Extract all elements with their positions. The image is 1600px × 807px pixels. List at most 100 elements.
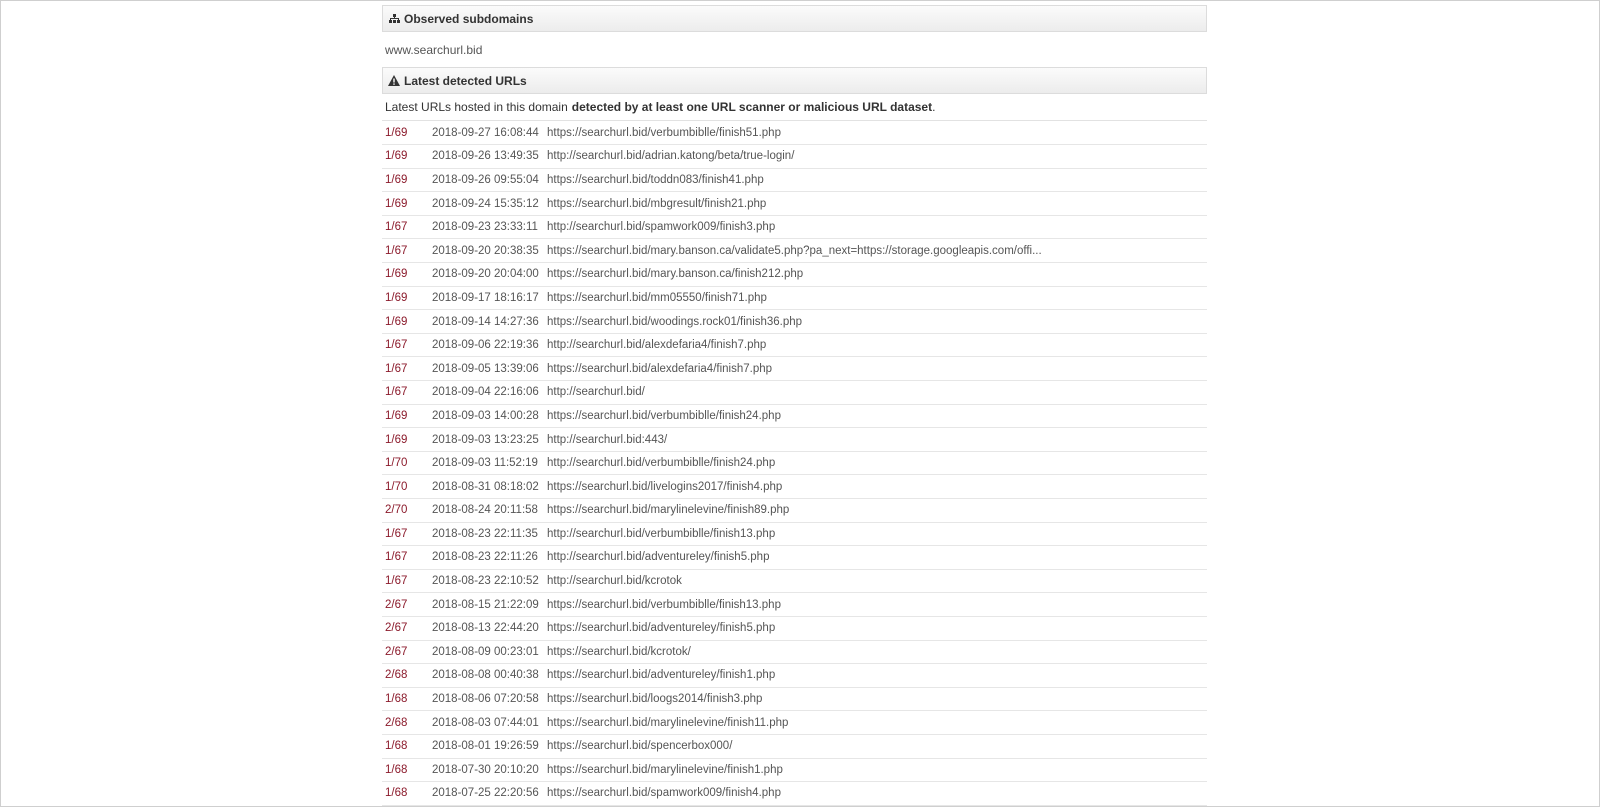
detection-ratio[interactable]: 1/69 [382, 192, 432, 216]
detected-url-link[interactable]: https://searchurl.bid/verbumbiblle/finis… [547, 593, 1207, 617]
detection-ratio[interactable]: 1/69 [382, 428, 432, 452]
scan-date: 2018-09-27 16:08:44 [432, 126, 539, 139]
scan-date: 2018-09-26 09:55:04 [432, 173, 539, 186]
table-row: 1/67 2018-08-23 22:11:26 http://searchurl.… [382, 546, 1207, 570]
detection-ratio[interactable]: 1/69 [382, 145, 432, 169]
scan-date: 2018-08-23 22:11:26 [432, 551, 538, 564]
table-row: 1/67 2018-09-23 23:33:11 http://searchurl.… [382, 215, 1207, 239]
detection-ratio[interactable]: 1/67 [382, 357, 432, 381]
scan-date: 2018-08-24 20:11:58 [432, 504, 538, 517]
table-row: 1/68 2018-08-06 07:20:58 https://searchurl… [382, 687, 1207, 711]
detection-ratio[interactable]: 1/67 [382, 569, 432, 593]
urls-section-header: Latest detected URLs [382, 67, 1207, 94]
table-row: 1/68 2018-07-25 22:20:56 https://searchurl… [382, 782, 1207, 806]
detected-url-link[interactable]: https://searchurl.bid/mary.banson.ca/val… [547, 239, 1207, 263]
detected-url-link[interactable]: https://searchurl.bid/marylinelevine/fin… [547, 499, 1207, 523]
detected-url-link[interactable]: https://searchurl.bid/mbgresult/finish21… [547, 192, 1207, 216]
scan-date: 2018-08-23 22:10:52 [432, 575, 539, 588]
scan-date: 2018-07-30 20:10:20 [432, 763, 539, 776]
page-frame: Observed subdomains www.searchurl.bid La… [0, 0, 1600, 807]
table-row: 2/67 2018-08-13 22:44:20 https://searchurl… [382, 616, 1207, 641]
sitemap-icon [388, 13, 400, 25]
detection-ratio[interactable]: 1/67 [382, 333, 432, 357]
detection-ratio[interactable]: 1/69 [382, 121, 432, 145]
detection-ratio[interactable]: 2/67 [382, 593, 432, 617]
detection-ratio[interactable]: 1/67 [382, 546, 432, 570]
scan-date: 2018-08-09 00:23:01 [432, 645, 539, 658]
scan-date: 2018-09-03 13:23:25 [432, 433, 539, 446]
detected-url-link[interactable]: https://searchurl.bid/marylinelevine/fin… [547, 711, 1207, 735]
detection-ratio[interactable]: 2/68 [382, 711, 432, 735]
detected-url-link[interactable]: https://searchurl.bid/livelogins2017/fin… [547, 475, 1207, 499]
detected-url-link[interactable]: https://searchurl.bid/marylinelevine/fin… [547, 758, 1207, 782]
detected-url-link[interactable]: http://searchurl.bid/adrian.katong/beta/… [547, 145, 1207, 169]
detected-url-link[interactable]: https://searchurl.bid/mm05550/finish71.p… [547, 286, 1207, 310]
scan-date: 2018-09-03 14:00:28 [432, 409, 539, 422]
scan-date: 2018-09-20 20:38:35 [432, 244, 539, 257]
scan-date: 2018-08-23 22:11:35 [432, 527, 538, 540]
table-row: 2/68 2018-08-03 07:44:01 https://searchurl… [382, 711, 1207, 735]
detection-ratio[interactable]: 1/70 [382, 475, 432, 499]
table-row: 1/67 2018-09-05 13:39:06 https://searchurl… [382, 357, 1207, 381]
detected-url-link[interactable]: http://searchurl.bid/ [547, 381, 1207, 405]
table-row: 1/69 2018-09-26 13:49:35 http://searchurl.… [382, 145, 1207, 169]
detected-url-link[interactable]: https://searchurl.bid/toddn083/finish41.… [547, 168, 1207, 192]
detected-url-link[interactable]: http://searchurl.bid/spamwork009/finish3… [547, 215, 1207, 239]
detected-url-link[interactable]: https://searchurl.bid/mary.banson.ca/fin… [547, 263, 1207, 287]
detected-url-link[interactable]: https://searchurl.bid/adventureley/finis… [547, 664, 1207, 688]
detection-ratio[interactable]: 1/68 [382, 782, 432, 806]
intro-bold: detected by at least one URL scanner or … [571, 100, 933, 114]
detected-url-link[interactable]: http://searchurl.bid:443/ [547, 428, 1207, 452]
table-row: 1/67 2018-09-20 20:38:35 https://searchurl… [382, 239, 1207, 263]
detection-ratio[interactable]: 2/70 [382, 499, 432, 523]
table-row: 1/67 2018-09-06 22:19:36 http://searchurl.… [382, 333, 1207, 357]
detection-ratio[interactable]: 1/67 [382, 215, 432, 239]
table-row: 1/69 2018-09-14 14:27:36 https://searchurl… [382, 310, 1207, 334]
detection-ratio[interactable]: 1/69 [382, 168, 432, 192]
detected-urls-table: 1/69 2018-09-27 16:08:44 https://searchurl… [382, 121, 1207, 806]
detection-ratio[interactable]: 1/70 [382, 451, 432, 475]
detected-url-link[interactable]: http://searchurl.bid/verbumbiblle/finish… [547, 522, 1207, 546]
detection-ratio[interactable]: 1/69 [382, 310, 432, 334]
scan-date: 2018-09-03 11:52:19 [432, 457, 538, 470]
scan-date: 2018-08-08 00:40:38 [432, 669, 539, 682]
detection-ratio[interactable]: 2/67 [382, 640, 432, 664]
detected-url-link[interactable]: https://searchurl.bid/loogs2014/finish3.… [547, 687, 1207, 711]
scan-date: 2018-09-23 23:33:11 [432, 221, 538, 234]
detection-ratio[interactable]: 1/68 [382, 758, 432, 782]
table-row: 1/69 2018-09-24 15:35:12 https://searchurl… [382, 192, 1207, 216]
detection-ratio[interactable]: 2/68 [382, 664, 432, 688]
detected-url-link[interactable]: https://searchurl.bid/kcrotok/ [547, 640, 1207, 664]
detection-ratio[interactable]: 1/69 [382, 286, 432, 310]
scan-date: 2018-08-31 08:18:02 [432, 480, 539, 493]
table-row: 1/69 2018-09-03 13:23:25 http://searchurl.… [382, 428, 1207, 452]
detection-ratio[interactable]: 2/67 [382, 616, 432, 640]
detected-url-link[interactable]: http://searchurl.bid/verbumbiblle/finish… [547, 451, 1207, 475]
table-row: 2/67 2018-08-09 00:23:01 https://searchurl… [382, 640, 1207, 664]
detected-url-link[interactable]: http://searchurl.bid/alexdefaria4/finish… [547, 333, 1207, 357]
table-row: 1/67 2018-09-04 22:16:06 http://searchurl.… [382, 381, 1207, 405]
detected-url-link[interactable]: https://searchurl.bid/spamwork009/finish… [547, 782, 1207, 806]
subdomain-item[interactable]: www.searchurl.bid [385, 43, 482, 57]
detected-url-link[interactable]: https://searchurl.bid/woodings.rock01/fi… [547, 310, 1207, 334]
detected-url-link[interactable]: https://searchurl.bid/spencerbox000/ [547, 734, 1207, 758]
detected-url-link[interactable]: https://searchurl.bid/adventureley/finis… [547, 616, 1207, 640]
scan-date: 2018-09-05 13:39:06 [432, 362, 539, 375]
detected-url-link[interactable]: https://searchurl.bid/verbumbiblle/finis… [547, 404, 1207, 428]
detected-url-link[interactable]: https://searchurl.bid/alexdefaria4/finis… [547, 357, 1207, 381]
detected-url-link[interactable]: https://searchurl.bid/verbumbiblle/finis… [547, 121, 1207, 145]
detection-ratio[interactable]: 1/69 [382, 404, 432, 428]
detection-ratio[interactable]: 1/68 [382, 687, 432, 711]
detection-ratio[interactable]: 1/68 [382, 734, 432, 758]
table-row: 2/70 2018-08-24 20:11:58 https://searchurl… [382, 499, 1207, 523]
intro-suffix: . [932, 100, 936, 114]
detected-url-link[interactable]: http://searchurl.bid/adventureley/finish… [547, 546, 1207, 570]
table-row: 1/68 2018-08-01 19:26:59 https://searchurl… [382, 734, 1207, 759]
detection-ratio[interactable]: 1/67 [382, 522, 432, 546]
detection-ratio[interactable]: 1/69 [382, 263, 432, 287]
detection-ratio[interactable]: 1/67 [382, 239, 432, 263]
subdomain-list: www.searchurl.bid [382, 32, 1207, 67]
detection-ratio[interactable]: 1/67 [382, 381, 432, 405]
detected-url-link[interactable]: http://searchurl.bid/kcrotok [547, 569, 1207, 593]
subdomains-section-header: Observed subdomains [382, 5, 1207, 32]
